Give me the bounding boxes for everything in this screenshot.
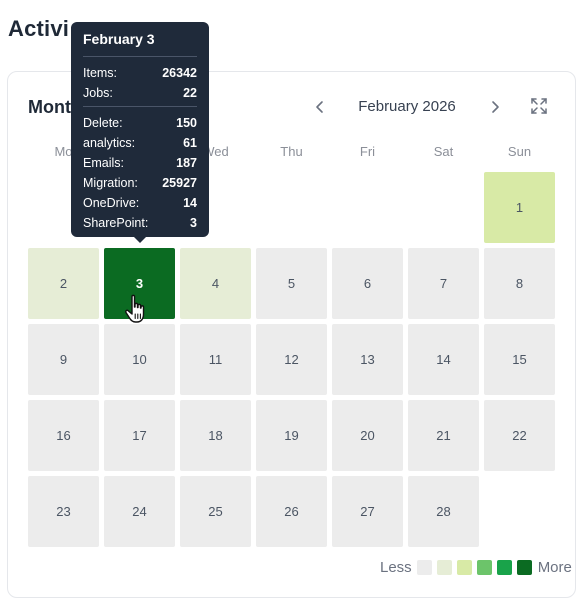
day-cell-20[interactable]: 20 <box>332 400 403 471</box>
expand-icon <box>531 98 547 114</box>
tooltip-row-label: OneDrive: <box>83 196 140 210</box>
legend-swatch-0 <box>416 559 432 575</box>
tooltip-divider <box>83 106 197 107</box>
tooltip-row: SharePoint: 3 <box>83 213 197 233</box>
day-cell-14[interactable]: 14 <box>408 324 479 395</box>
day-cell-11[interactable]: 11 <box>180 324 251 395</box>
tooltip-caret <box>134 237 146 243</box>
prev-month-button[interactable] <box>309 96 331 118</box>
legend-swatch-1 <box>436 559 452 575</box>
tooltip-row-label: Migration: <box>83 176 138 190</box>
day-cell-15[interactable]: 15 <box>484 324 555 395</box>
legend-swatch-5 <box>516 559 532 575</box>
tooltip-row-value: 26342 <box>162 66 197 80</box>
tooltip-row-value: 3 <box>190 216 197 230</box>
tooltip-row-value: 22 <box>183 86 197 100</box>
day-tooltip: February 3 Items: 26342 Jobs: 22 Delete: 150… <box>71 22 209 243</box>
tooltip-row: Jobs: 22 <box>83 83 197 103</box>
day-cell-17[interactable]: 17 <box>104 400 175 471</box>
tooltip-row-label: Delete: <box>83 116 123 130</box>
day-cell-1[interactable]: 1 <box>484 172 555 243</box>
day-cell-26[interactable]: 26 <box>256 476 327 547</box>
month-label: February 2026 <box>358 98 456 115</box>
day-cell-4[interactable]: 4 <box>180 248 251 319</box>
tooltip-row-label: SharePoint: <box>83 216 149 230</box>
tooltip-row: analytics: 61 <box>83 133 197 153</box>
tooltip-row: Delete: 150 <box>83 113 197 133</box>
tooltip-row-label: Emails: <box>83 156 124 170</box>
view-mode-label[interactable]: Mont <box>28 97 71 118</box>
day-cell-23[interactable]: 23 <box>28 476 99 547</box>
hand-pointer-icon <box>125 294 145 323</box>
legend-less-label: Less <box>380 558 412 576</box>
next-month-button[interactable] <box>484 96 506 118</box>
tooltip-divider <box>83 56 197 57</box>
day-cell-10[interactable]: 10 <box>104 324 175 395</box>
day-cell-18[interactable]: 18 <box>180 400 251 471</box>
tooltip-row-value: 61 <box>183 136 197 150</box>
day-cell-21[interactable]: 21 <box>408 400 479 471</box>
tooltip-row-label: Items: <box>83 66 118 80</box>
legend-swatch-3 <box>476 559 492 575</box>
day-cell-13[interactable]: 13 <box>332 324 403 395</box>
tooltip-row-value: 14 <box>183 196 197 210</box>
tooltip-row: Migration: 25927 <box>83 173 197 193</box>
day-cell-2[interactable]: 2 <box>28 248 99 319</box>
chevron-right-icon <box>492 101 499 113</box>
tooltip-row-label: Jobs: <box>83 86 113 100</box>
tooltip-row-value: 150 <box>176 116 197 130</box>
weekday-label: Fri <box>359 144 376 159</box>
legend-swatch-4 <box>496 559 512 575</box>
day-cell-8[interactable]: 8 <box>484 248 555 319</box>
day-cell-12[interactable]: 12 <box>256 324 327 395</box>
day-cell-22[interactable]: 22 <box>484 400 555 471</box>
tooltip-row: OneDrive: 14 <box>83 193 197 213</box>
day-cell-16[interactable]: 16 <box>28 400 99 471</box>
day-cell-27[interactable]: 27 <box>332 476 403 547</box>
day-cell-9[interactable]: 9 <box>28 324 99 395</box>
legend-swatch-2 <box>456 559 472 575</box>
day-cell-25[interactable]: 25 <box>180 476 251 547</box>
tooltip-row-value: 187 <box>176 156 197 170</box>
day-cell-19[interactable]: 19 <box>256 400 327 471</box>
weekday-label: Sun <box>507 144 532 159</box>
weekday-label: Thu <box>280 144 303 159</box>
chevron-left-icon <box>316 101 323 113</box>
day-cell-28[interactable]: 28 <box>408 476 479 547</box>
day-cell-6[interactable]: 6 <box>332 248 403 319</box>
tooltip-row: Items: 26342 <box>83 63 197 83</box>
tooltip-row: Emails: 187 <box>83 153 197 173</box>
day-cell-5[interactable]: 5 <box>256 248 327 319</box>
tooltip-row-label: analytics: <box>83 136 136 150</box>
weekday-label: Sat <box>433 144 454 159</box>
page-title: Activi <box>8 16 70 41</box>
legend-more-label: More <box>537 558 572 576</box>
day-cell-7[interactable]: 7 <box>408 248 479 319</box>
legend: Less More <box>380 557 572 577</box>
day-cell-24[interactable]: 24 <box>104 476 175 547</box>
expand-button[interactable] <box>530 97 550 117</box>
tooltip-title: February 3 <box>83 31 155 47</box>
tooltip-row-value: 25927 <box>162 176 197 190</box>
